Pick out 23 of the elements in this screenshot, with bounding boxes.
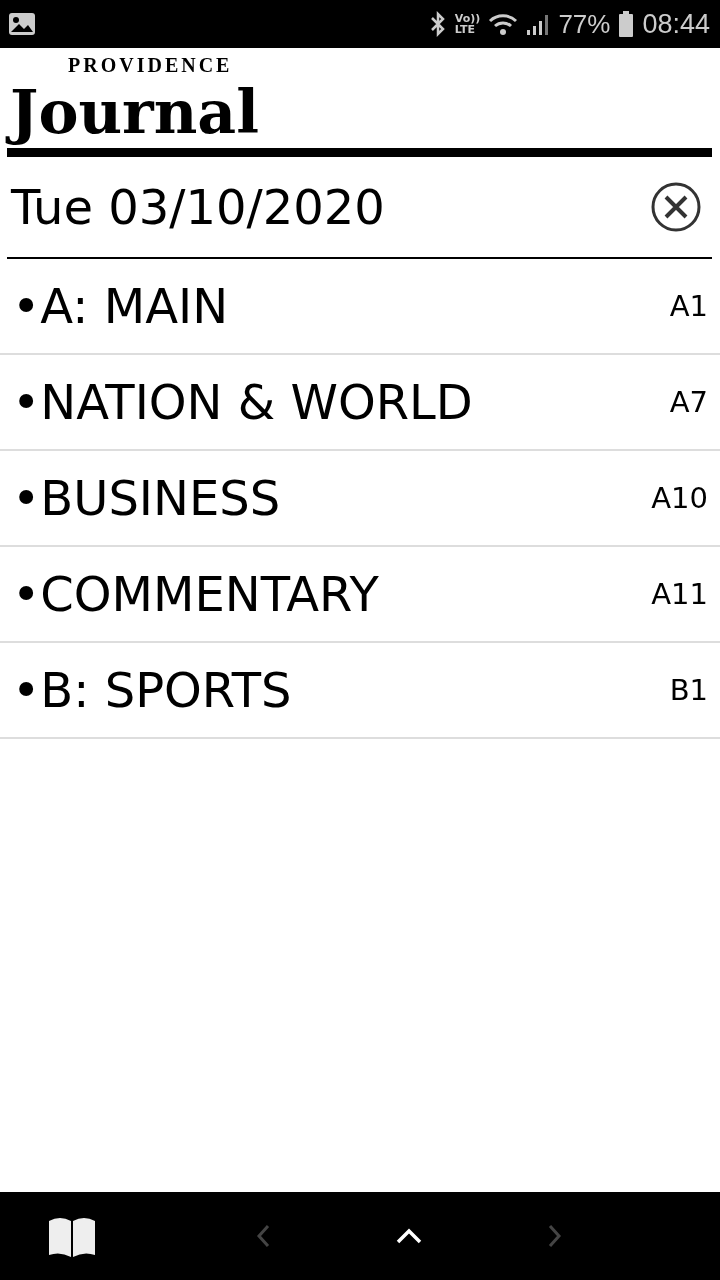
- section-title[interactable]: •A: MAIN: [12, 278, 670, 334]
- wifi-icon: [488, 12, 519, 36]
- lte-label: LTE: [454, 24, 476, 35]
- section-title[interactable]: •COMMENTARY: [12, 566, 652, 622]
- gallery-icon: [8, 12, 36, 36]
- page-number: B1: [669, 673, 708, 707]
- page-number: A11: [651, 577, 708, 611]
- battery-icon: [618, 11, 635, 37]
- section-title[interactable]: •NATION & WORLD: [12, 374, 670, 430]
- page-number: A7: [669, 385, 708, 419]
- page-number: A10: [651, 481, 708, 515]
- volte-label: Vo)): [454, 13, 481, 24]
- signal-icon: [526, 12, 551, 36]
- up-chevron-icon[interactable]: [396, 1228, 422, 1244]
- close-icon[interactable]: [650, 181, 702, 233]
- issue-date: Tue 03/10/2020: [10, 179, 386, 235]
- bluetooth-icon: [428, 11, 447, 37]
- logo-overline: PROVIDENCE: [68, 54, 233, 76]
- page-number: A1: [669, 289, 708, 323]
- section-title[interactable]: •BUSINESS: [12, 470, 652, 526]
- battery-percent: 77%: [558, 8, 611, 40]
- clock-time: 08:44: [642, 8, 710, 40]
- section-title[interactable]: •B: SPORTS: [12, 662, 670, 718]
